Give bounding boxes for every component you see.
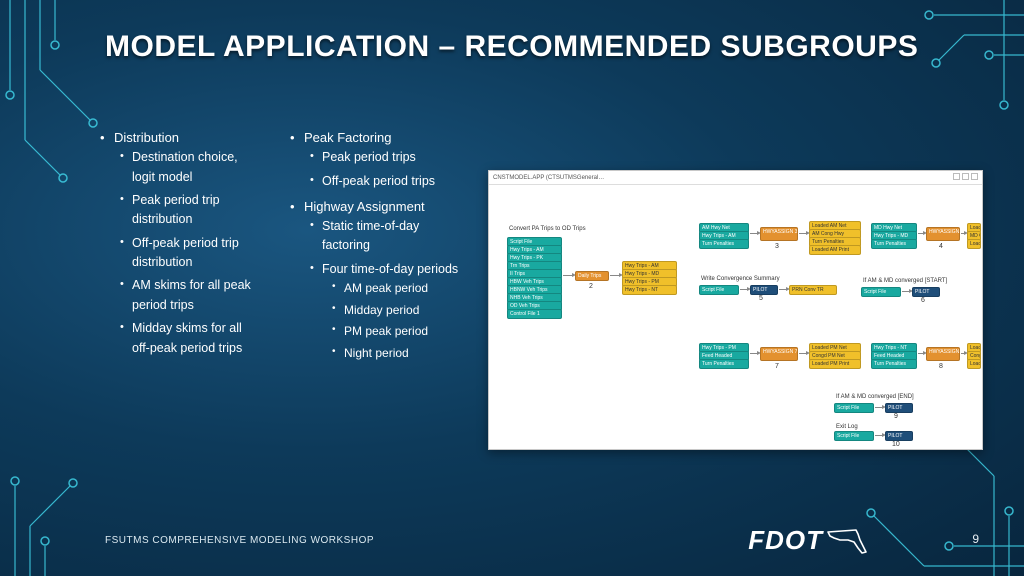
flow-output: Loaded PM Print [809,359,861,369]
flow-input: Script File [834,431,874,441]
flow-window-titlebar: CNSTMODEL.APP (CTSUTMSGeneral… [489,171,982,185]
col-heading: Highway Assignment [304,199,425,214]
bullet: Peak period trips [304,148,460,167]
flow-input: Turn Penalties [871,359,917,369]
flow-process: PILOT [750,285,778,295]
circuit-decoration-tr [854,0,1024,150]
flow-output: Loaded AM Print [809,245,861,255]
flow-canvas: Convert PA Trips to OD Trips Script File… [489,185,982,449]
flow-section-title: If AM & MD converged [END] [834,393,944,401]
flow-input: Script File [834,403,874,413]
florida-outline-icon [826,526,874,556]
bullet: Four time-of-day periods [322,262,458,276]
sub-bullet: AM peak period [322,279,460,298]
bullet: Off-peak period trip distribution [114,234,260,273]
slide-title: MODEL APPLICATION – RECOMMENDED SUBGROUP… [105,30,964,64]
flow-input: Turn Penalties [699,239,749,249]
flow-input: Script File [861,287,901,297]
bullet: Destination choice, logit model [114,148,260,187]
fdot-logo: FDOT [748,525,874,556]
flow-process: HWYASSIGN 3 [760,227,798,241]
sub-bullet: Night period [322,344,460,363]
page-number: 9 [972,532,979,546]
flow-input: Script File [699,285,739,295]
bullet: Peak period trip distribution [114,191,260,230]
column-peak-hwy: Peak Factoring Peak period trips Off-pea… [290,128,460,369]
flow-process: PILOT [885,431,913,441]
bullet: Off-peak period trips [304,172,460,191]
col-heading: Distribution [114,130,179,145]
flow-input: Turn Penalties [871,239,917,249]
column-distribution: Distribution Destination choice, logit m… [100,128,260,369]
flow-output: Hwy Trips - NT [622,285,677,295]
col-heading: Peak Factoring [304,130,391,145]
sub-bullet: PM peak period [322,322,460,341]
bullet-columns: Distribution Destination choice, logit m… [100,128,460,369]
fdot-logo-text: FDOT [748,525,823,556]
flow-section-title: Exit Log [834,423,894,431]
flow-section-title: Convert PA Trips to OD Trips [507,225,597,233]
bullet: Static time-of-day factoring [304,217,460,256]
flow-process: PILOT [885,403,913,413]
flow-output: Loaded NT Print [967,359,981,369]
sub-bullet: Midday period [322,301,460,320]
flow-process: HWYASSIGN 8 [926,347,960,361]
bullet: AM skims for all peak period trips [114,276,260,315]
circuit-decoration-bl [0,376,110,576]
flow-process: PILOT [912,287,940,297]
flow-process: HWYASSIGN 7 [760,347,798,361]
flow-output: PRN Conv TR [789,285,837,295]
flow-window-title: CNSTMODEL.APP (CTSUTMSGeneral… [493,175,604,181]
flow-input: Turn Penalties [699,359,749,369]
flow-section-title: If AM & MD converged [START] [861,277,971,285]
flow-output: Loaded MD Print [967,239,981,249]
flowchart-screenshot: CNSTMODEL.APP (CTSUTMSGeneral… Convert P… [488,170,983,450]
footer-text: FSUTMS COMPREHENSIVE MODELING WORKSHOP [105,535,374,546]
bullet: Midday skims for all off-peak period tri… [114,319,260,358]
flow-process: HWYASSIGN 4 [926,227,960,241]
flow-input: Control File 1 [507,309,562,319]
flow-section-title: Write Convergence Summary [699,275,789,283]
flow-process: Daily Trips [575,271,609,281]
